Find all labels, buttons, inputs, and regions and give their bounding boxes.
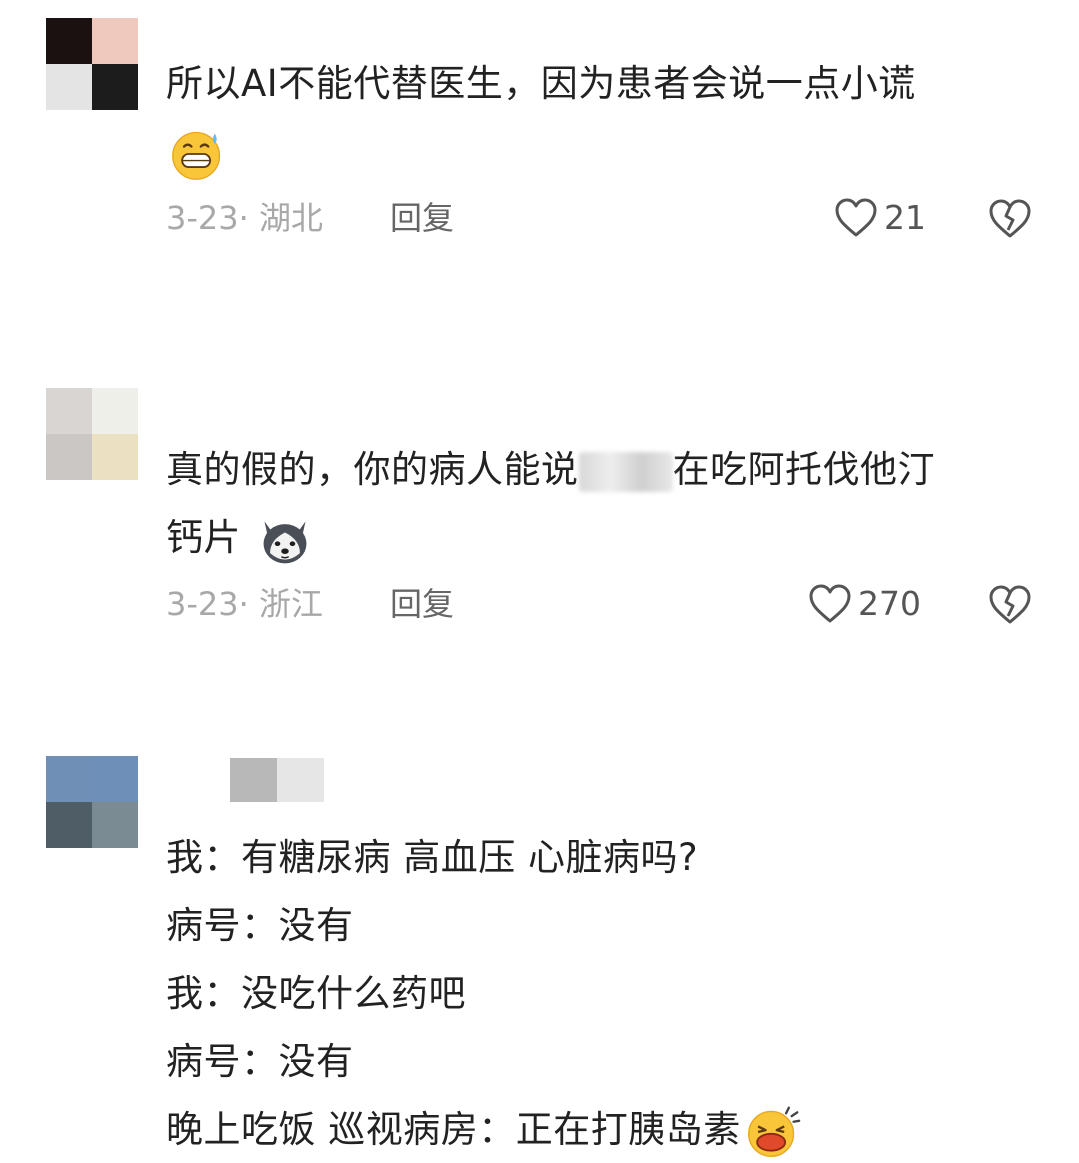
reply-button[interactable]: 回复	[390, 194, 454, 242]
comment-line: 真的假的，你的病人能说 在吃阿托伐他汀	[166, 436, 1026, 504]
avatar-pixel	[46, 64, 92, 110]
heart-icon	[835, 198, 877, 237]
comment-line: 我：有糖尿病 高血压 心脏病吗?	[166, 836, 699, 879]
comment-text-part: 在吃阿托伐他汀	[672, 448, 935, 491]
reply-button[interactable]: 回复	[390, 580, 454, 628]
comment-line: 病号：没有	[166, 904, 354, 947]
comment-line: 钙片	[166, 504, 1026, 572]
blurred-text	[578, 451, 673, 492]
comment-meta: 3-23· 湖北 回复 21	[0, 194, 1079, 242]
avatar-pixel	[92, 756, 138, 802]
comment-text: 所以AI不能代替医生，因为患者会说一点小谎	[166, 50, 1026, 186]
avatar-pixel	[92, 802, 138, 848]
avatar-pixel	[46, 756, 92, 802]
like-button[interactable]: 270	[808, 580, 921, 628]
comment-text: 真的假的，你的病人能说 在吃阿托伐他汀 钙片	[166, 436, 1026, 572]
avatar-pixel	[92, 18, 138, 64]
username-pixel	[277, 758, 324, 802]
username-pixel	[230, 758, 277, 802]
like-count: 270	[858, 584, 921, 623]
comment-section: 所以AI不能代替医生，因为患者会说一点小谎 3-23· 湖北 回复 21 真的假…	[0, 0, 1079, 1163]
broken-heart-icon[interactable]	[988, 196, 1032, 240]
avatar-pixel	[92, 64, 138, 110]
comment-meta: 3-23· 浙江 回复 270	[0, 580, 1079, 628]
comment-text-part: 晚上吃饭 巡视病房：正在打胰岛素	[166, 1108, 741, 1151]
broken-heart-icon[interactable]	[988, 582, 1032, 626]
avatar-pixel	[46, 434, 92, 480]
sweat-grin-emoji	[172, 131, 221, 180]
comment-emoji-line	[166, 118, 1026, 186]
comment-text: 我：有糖尿病 高血压 心脏病吗? 病号：没有 我：没吃什么药吧 病号：没有 晚上…	[166, 824, 1026, 1163]
laughing-cry-emoji	[747, 1106, 801, 1157]
husky-emoji	[263, 520, 307, 563]
comment-line: 所以AI不能代替医生，因为患者会说一点小谎	[166, 62, 916, 105]
comment-text-part: 钙片	[166, 516, 241, 559]
heart-icon	[809, 584, 851, 623]
avatar[interactable]	[46, 756, 138, 848]
like-count: 21	[884, 198, 926, 237]
comment-line: 病号：没有	[166, 1040, 354, 1083]
avatar-pixel	[92, 388, 138, 434]
avatar[interactable]	[46, 18, 138, 110]
username-blurred[interactable]	[230, 758, 324, 802]
comment-date-location: 3-23· 浙江	[166, 585, 323, 623]
avatar-pixel	[46, 18, 92, 64]
comment-date-location: 3-23· 湖北	[166, 199, 323, 237]
avatar[interactable]	[46, 388, 138, 480]
comment-text-part: 真的假的，你的病人能说	[166, 448, 579, 491]
avatar-pixel	[92, 434, 138, 480]
comment-line: 我：没吃什么药吧	[166, 972, 466, 1015]
avatar-pixel	[46, 802, 92, 848]
like-button[interactable]: 21	[834, 194, 926, 242]
comment-line: 晚上吃饭 巡视病房：正在打胰岛素	[166, 1096, 1026, 1163]
avatar-pixel	[46, 388, 92, 434]
